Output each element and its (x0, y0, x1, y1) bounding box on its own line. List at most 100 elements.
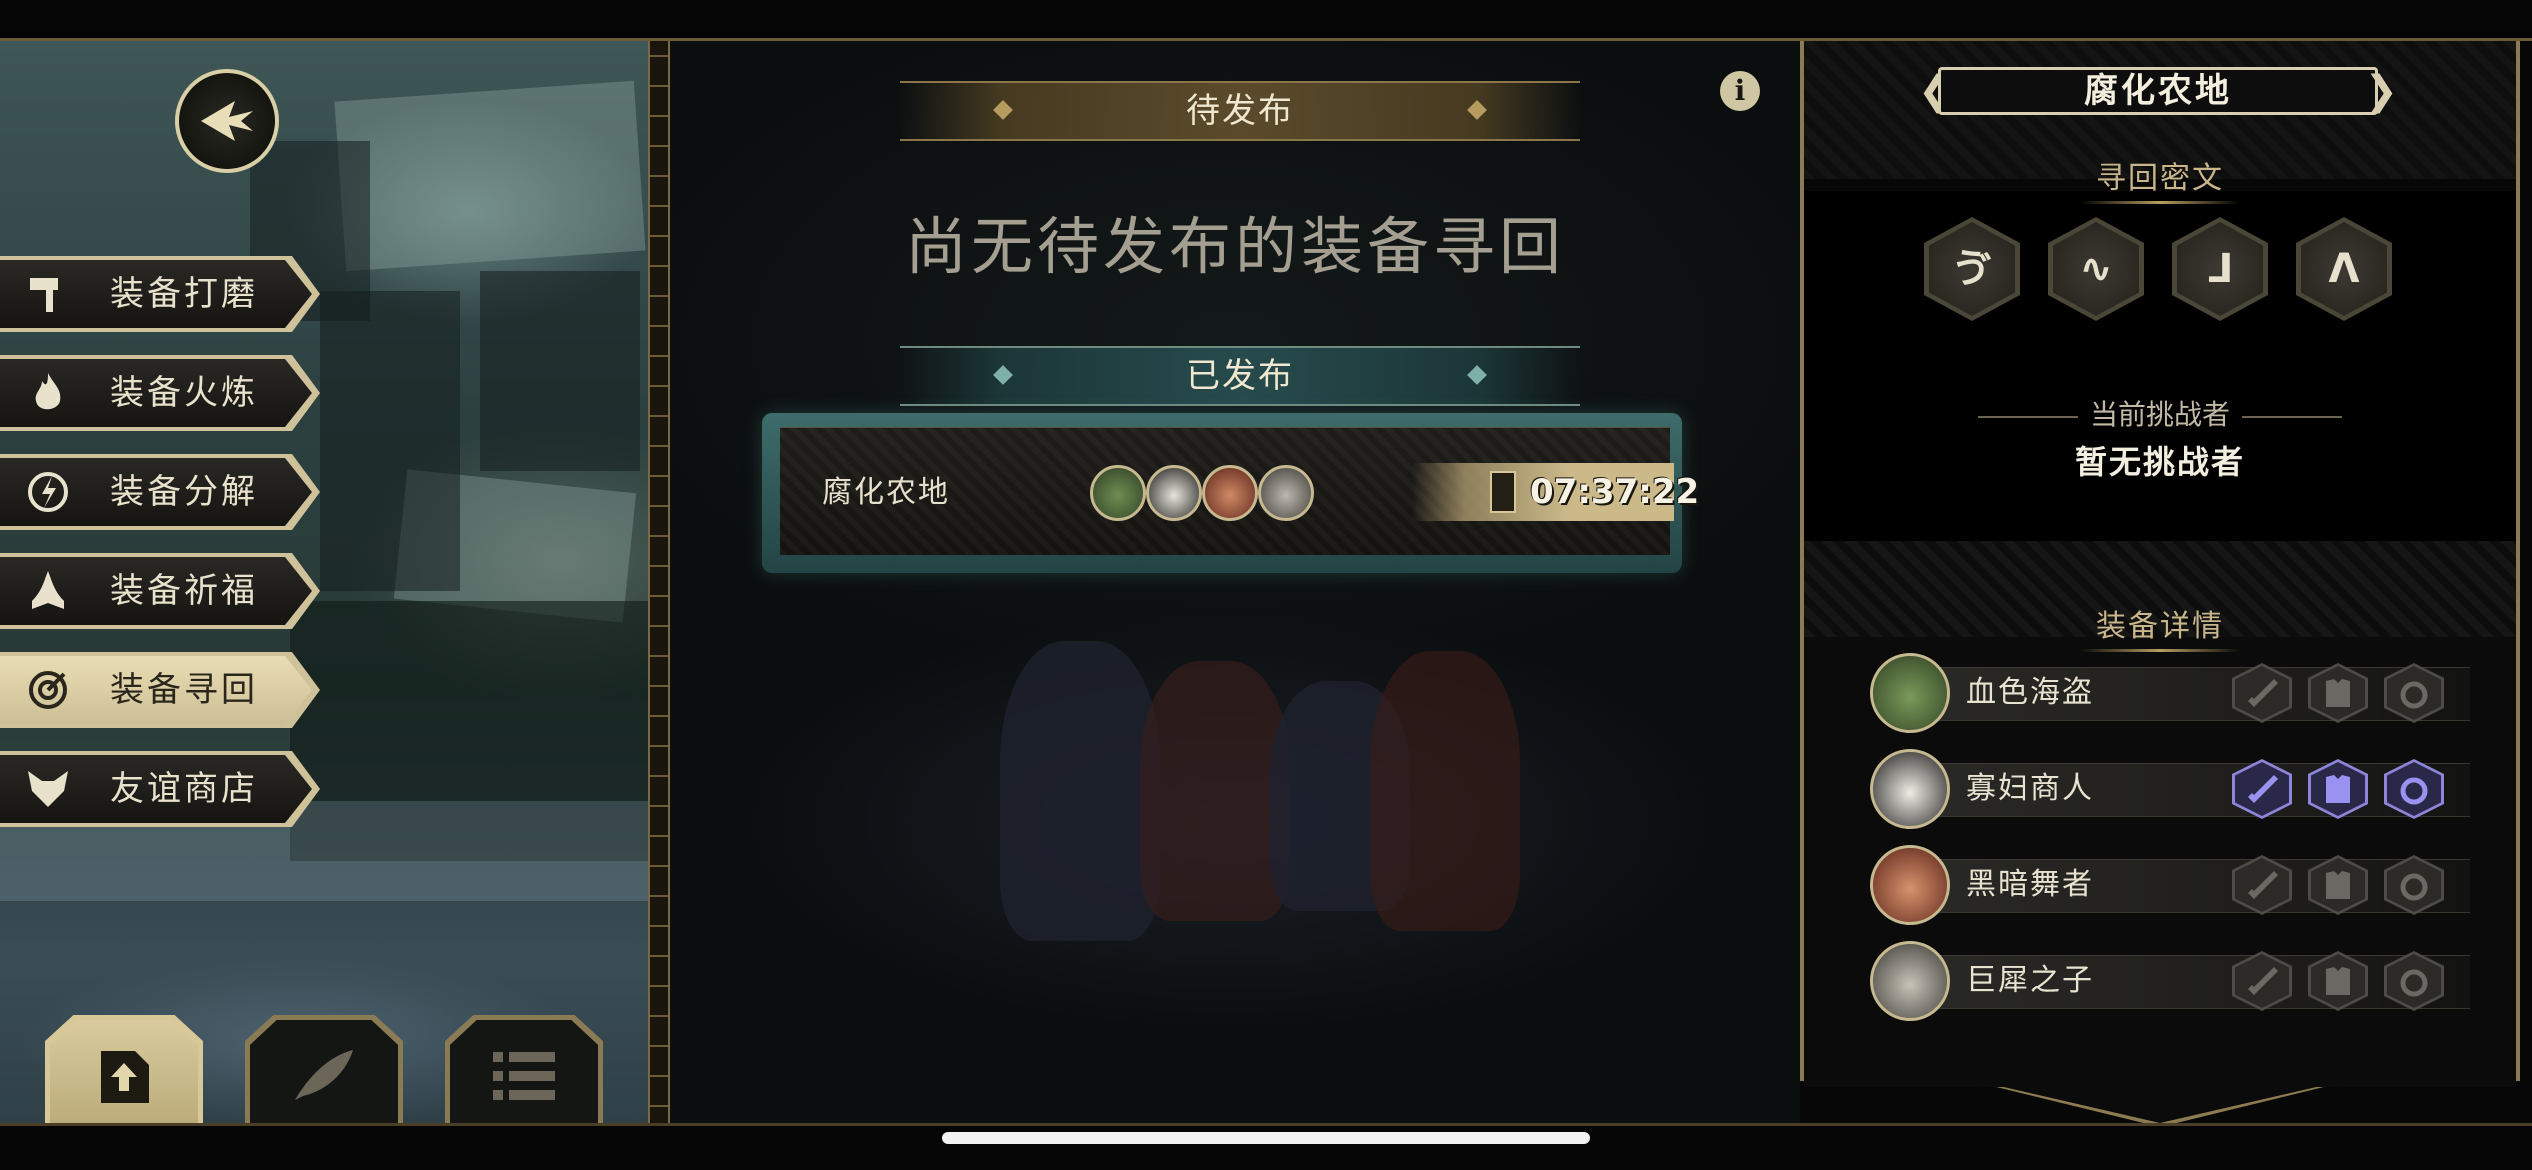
menu-item-label: 装备寻回 (110, 670, 258, 710)
armor-slot[interactable] (2308, 759, 2368, 819)
panel-divider (648, 41, 670, 1123)
ring-icon (2400, 969, 2428, 997)
hero-row[interactable]: 血色海盗 (1870, 653, 2470, 733)
hero-name: 血色海盗 (1966, 675, 2094, 710)
published-header-text: 已发布 (1186, 356, 1294, 396)
list-icon (493, 1052, 555, 1101)
game-screen: 装备打磨 装备火炼 装备分解 装备祈福 装备寻回 友谊商店 待发布 i 尚无待发… (0, 38, 2532, 1126)
published-mission-card[interactable]: 腐化农地 07:37:22 (762, 413, 1699, 573)
avatar (1870, 845, 1950, 925)
armor-slot[interactable] (2308, 663, 2368, 723)
sword-icon (2248, 871, 2278, 899)
upload-document-icon (101, 1051, 149, 1104)
equipment-title-text: 装备详情 (2096, 609, 2224, 644)
back-button[interactable] (175, 69, 279, 173)
avatar (1870, 941, 1950, 1021)
cipher-section-title: 寻回密文 (1800, 153, 2520, 204)
empty-pending-message: 尚无待发布的装备寻回 (904, 210, 1565, 283)
hero-row[interactable]: 巨犀之子 (1870, 941, 2470, 1021)
ring-slot[interactable] (2384, 759, 2444, 819)
challenger-label-text: 当前挑战者 (2089, 398, 2230, 431)
mission-timer: 07:37:22 (1412, 463, 1699, 521)
target-icon (29, 671, 67, 709)
timer-text: 07:37:22 (1530, 472, 1700, 512)
info-icon: i (1734, 74, 1746, 107)
ring-icon (2400, 777, 2428, 805)
hero-portrait-3 (1202, 465, 1258, 521)
hero-name: 寡妇商人 (1966, 771, 2094, 806)
hero-row[interactable]: 黑暗舞者 (1870, 845, 2470, 925)
cipher-rune-icon: ゔ (1952, 246, 1992, 292)
menu-item-disassemble[interactable]: 装备分解 (0, 454, 320, 530)
hero-name: 巨犀之子 (1966, 963, 2094, 998)
hero-portrait-2 (1146, 465, 1202, 521)
cipher-title-text: 寻回密文 (2096, 161, 2224, 196)
pending-header-text: 待发布 (1186, 91, 1294, 131)
fox-head-icon (28, 771, 68, 807)
location-title: 腐化农地 (2084, 71, 2232, 111)
info-button[interactable]: i (1720, 71, 1760, 111)
menu-item-retrieve[interactable]: 装备寻回 (0, 652, 320, 728)
menu-item-label: 装备火炼 (110, 373, 258, 413)
challenger-label: 当前挑战者 (1800, 393, 2520, 433)
ring-icon (2400, 681, 2428, 709)
menu-item-friendship-shop[interactable]: 友谊商店 (0, 751, 320, 827)
menu-item-polish[interactable]: 装备打磨 (0, 256, 320, 332)
feather-icon (295, 1050, 353, 1101)
avatar (1870, 653, 1950, 733)
weapon-slot[interactable] (2232, 855, 2292, 915)
cipher-glyph-2[interactable]: ∿ (2048, 217, 2144, 321)
cipher-rune-icon: ⅃ (2207, 246, 2233, 292)
praying-hands-icon (32, 571, 64, 609)
sword-icon (2248, 775, 2278, 803)
hammer-icon (30, 278, 58, 312)
tab-list[interactable] (445, 1015, 603, 1123)
menu-item-label: 装备打磨 (110, 274, 258, 314)
mission-location-name: 腐化农地 (822, 475, 950, 510)
back-arrow-icon (201, 101, 253, 141)
weapon-slot[interactable] (2232, 663, 2292, 723)
hero-portrait-4 (1258, 465, 1314, 521)
cipher-rune-icon: ᐱ (2328, 246, 2360, 292)
menu-item-label: 装备祈福 (110, 571, 258, 611)
armor-slot[interactable] (2308, 951, 2368, 1011)
location-detail-panel: ❮ ❯ 腐化农地 寻回密文 ゔ ∿ ⅃ ᐱ 当前挑战者 暂无挑战者 装备详情 血… (1800, 41, 2532, 1123)
hourglass-icon (1490, 471, 1516, 513)
cipher-glyph-4[interactable]: ᐱ (2296, 217, 2392, 321)
flame-icon (35, 373, 61, 410)
weapon-slot[interactable] (2232, 951, 2292, 1011)
location-title-plate: ❮ ❯ 腐化农地 (1918, 67, 2398, 115)
sword-icon (2248, 679, 2278, 707)
armor-icon (2326, 775, 2350, 803)
disassemble-icon (28, 472, 68, 512)
avatar (1870, 749, 1950, 829)
challenger-value: 暂无挑战者 (2074, 443, 2245, 481)
hero-portrait-1 (1090, 465, 1146, 521)
menu-item-forge[interactable]: 装备火炼 (0, 355, 320, 431)
cipher-rune-icon: ∿ (2079, 246, 2113, 292)
armor-slot[interactable] (2308, 855, 2368, 915)
equipment-section-title: 装备详情 (1800, 601, 2520, 652)
ring-slot[interactable] (2384, 663, 2444, 723)
armor-icon (2326, 967, 2350, 995)
ring-slot[interactable] (2384, 855, 2444, 915)
menu-item-bless[interactable]: 装备祈福 (0, 553, 320, 629)
weapon-slot[interactable] (2232, 759, 2292, 819)
ring-slot[interactable] (2384, 951, 2444, 1011)
tab-records[interactable] (245, 1015, 403, 1123)
cipher-glyph-1[interactable]: ゔ (1924, 217, 2020, 321)
sword-icon (2248, 967, 2278, 995)
armor-icon (2326, 871, 2350, 899)
armor-icon (2326, 679, 2350, 707)
workshop-menu-panel: 装备打磨 装备火炼 装备分解 装备祈福 装备寻回 友谊商店 (0, 41, 648, 1123)
home-indicator[interactable] (942, 1132, 1590, 1144)
hero-name: 黑暗舞者 (1966, 867, 2094, 902)
tab-publish[interactable] (45, 1015, 203, 1123)
retrieval-board: 待发布 i 尚无待发布的装备寻回 已发布 腐化农地 07:37:22 (670, 41, 1800, 1123)
ring-icon (2400, 873, 2428, 901)
published-header: 已发布 (900, 346, 1580, 406)
cipher-glyph-3[interactable]: ⅃ (2172, 217, 2268, 321)
hero-row[interactable]: 寡妇商人 (1870, 749, 2470, 829)
menu-item-label: 装备分解 (110, 472, 258, 512)
pending-header: 待发布 (900, 81, 1580, 141)
